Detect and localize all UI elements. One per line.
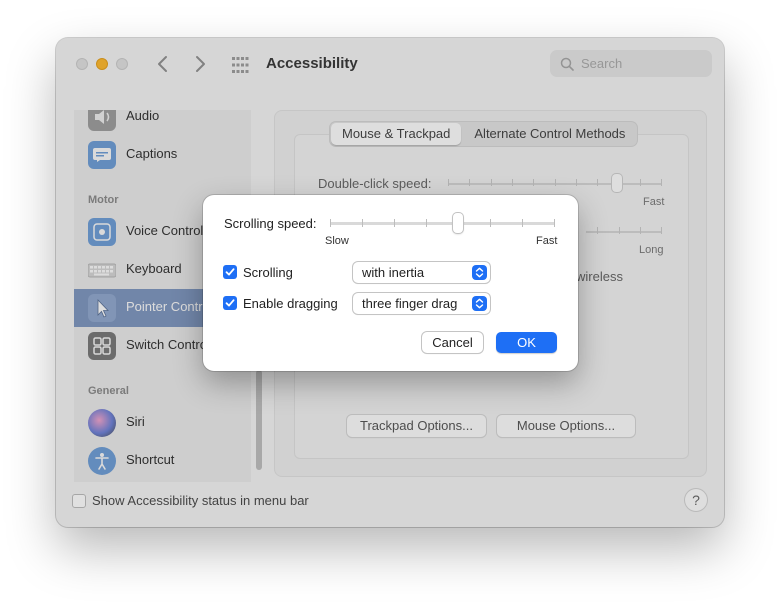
sidebar-item-label: Switch Control <box>126 337 210 352</box>
show-status-label: Show Accessibility status in menu bar <box>92 493 309 508</box>
slider-tick <box>640 179 641 186</box>
close-window-button[interactable] <box>76 58 88 70</box>
slider-tick <box>522 219 523 227</box>
scrolling-checkbox[interactable] <box>223 265 237 279</box>
scrolling-mode-value: with inertia <box>362 265 425 280</box>
search-placeholder: Search <box>581 56 623 71</box>
slider-tick <box>469 179 470 186</box>
sidebar-item-siri[interactable]: Siri <box>74 404 251 442</box>
zoom-window-button[interactable] <box>116 58 128 70</box>
scrolling-speed-knob[interactable] <box>453 213 463 233</box>
chevron-right-icon <box>196 56 205 72</box>
slider-tick <box>619 227 620 234</box>
sidebar-item-captions[interactable]: Captions <box>74 136 251 174</box>
dragging-mode-select[interactable]: three finger drag <box>353 293 490 314</box>
pointer-icon <box>88 294 116 322</box>
sidebar-scrollbar[interactable] <box>256 370 262 470</box>
help-button[interactable]: ? <box>685 489 707 511</box>
slider-tick <box>394 219 395 227</box>
sidebar-item-label: Captions <box>126 146 178 161</box>
slider-tick <box>554 219 555 227</box>
siri-icon <box>88 409 116 437</box>
enable-dragging-checkbox[interactable] <box>223 296 237 310</box>
minimize-window-button[interactable] <box>96 58 108 70</box>
tab-alternate-control-methods[interactable]: Alternate Control Methods <box>462 122 637 146</box>
speaker-icon <box>88 110 116 131</box>
search-field[interactable]: Search <box>550 50 712 77</box>
scrolling-label: Scrolling <box>243 265 293 280</box>
slow-label: Slow <box>325 235 349 247</box>
forward-button[interactable] <box>189 52 211 76</box>
slider-tick <box>330 219 331 227</box>
dragging-mode-value: three finger drag <box>362 296 458 311</box>
double-click-speed-label: Double-click speed: <box>318 176 432 191</box>
sidebar-section-motor: Motor <box>88 194 119 206</box>
sidebar-item-label: Siri <box>126 414 145 429</box>
enable-dragging-label: Enable dragging <box>243 296 338 311</box>
slider-tick <box>491 179 492 186</box>
fast-label: Fast <box>536 235 558 247</box>
show-status-checkbox[interactable] <box>72 494 86 508</box>
search-icon <box>560 57 574 71</box>
double-click-speed-knob[interactable] <box>612 174 622 192</box>
sidebar-item-label: Pointer Control <box>126 299 213 314</box>
back-button[interactable] <box>152 52 174 76</box>
fast-label: Fast <box>643 196 665 208</box>
accessibility-shortcut-icon <box>88 447 116 475</box>
tab-bar: Mouse & Trackpad Alternate Control Metho… <box>330 122 638 146</box>
keyboard-icon <box>87 256 117 284</box>
sidebar-item-label: Keyboard <box>126 261 182 276</box>
trackpad-options-button[interactable]: Trackpad Options... <box>347 415 486 437</box>
slider-tick <box>597 227 598 234</box>
title-bar: Accessibility Search <box>56 38 724 90</box>
updown-chevron-icon <box>472 265 487 280</box>
sidebar-item-shortcut[interactable]: Shortcut <box>74 442 251 480</box>
slider-tick <box>533 179 534 186</box>
sidebar-item-label: Shortcut <box>126 452 175 467</box>
ok-button[interactable]: OK <box>496 332 557 353</box>
scrolling-speed-label: Scrolling speed: <box>224 216 317 231</box>
slider-tick <box>555 179 556 186</box>
checkmark-icon <box>225 268 235 276</box>
trackpad-options-dialog: Scrolling speed: Slow Fast Scrolling wit… <box>203 195 578 371</box>
window-title: Accessibility <box>266 55 358 72</box>
tab-mouse-trackpad[interactable]: Mouse & Trackpad <box>331 123 462 145</box>
sidebar-item-label: Voice Control <box>126 223 204 238</box>
slider-tick <box>448 179 449 186</box>
grid-icon <box>232 57 249 73</box>
slider-tick <box>640 227 641 234</box>
chevron-left-icon <box>158 56 167 72</box>
switch-control-icon <box>88 332 116 360</box>
wireless-label-fragment: wireless <box>576 269 623 284</box>
long-label: Long <box>639 244 664 256</box>
updown-chevron-icon <box>472 296 487 311</box>
slider-tick <box>426 219 427 227</box>
slider-tick <box>597 179 598 186</box>
voice-control-icon <box>88 218 116 246</box>
slider-tick <box>490 219 491 227</box>
slider-tick <box>576 179 577 186</box>
sidebar-item-audio[interactable]: Audio <box>74 110 251 136</box>
sidebar-item-label: Audio <box>126 110 160 123</box>
scrolling-mode-select[interactable]: with inertia <box>353 262 490 283</box>
slider-tick <box>661 227 662 234</box>
cancel-button[interactable]: Cancel <box>422 332 483 353</box>
checkmark-icon <box>225 299 235 307</box>
show-all-button[interactable] <box>230 55 250 75</box>
captions-icon <box>88 141 116 169</box>
sidebar-section-general: General <box>88 385 129 397</box>
slider-tick <box>362 219 363 227</box>
slider-tick <box>661 179 662 186</box>
mouse-options-button[interactable]: Mouse Options... <box>497 415 635 437</box>
slider-tick <box>512 179 513 186</box>
